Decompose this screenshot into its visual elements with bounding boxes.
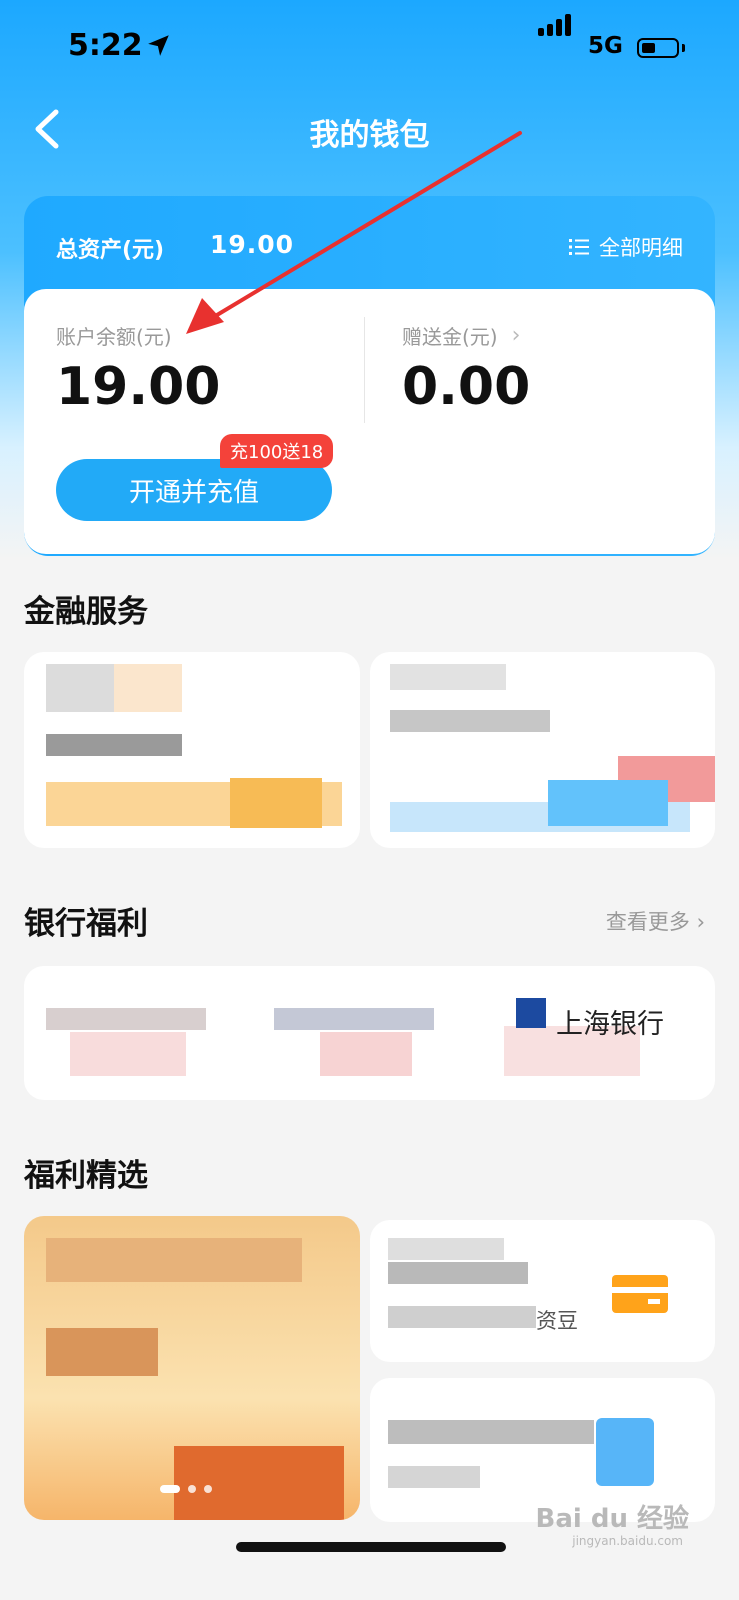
home-indicator[interactable]: [236, 1542, 506, 1552]
status-time: 5:22: [68, 28, 143, 63]
balance-label[interactable]: 账户余额(元): [56, 321, 172, 350]
card-icon: [612, 1275, 668, 1313]
welfare-card-1-text: 资豆: [536, 1309, 578, 1333]
divider: [364, 317, 365, 423]
page-title: 我的钱包: [309, 118, 430, 153]
welfare-selection-title: 福利精选: [24, 1158, 148, 1194]
watermark: Bai du 经验: [535, 1504, 690, 1534]
gift-value: 0.00: [402, 357, 531, 417]
finance-card-1[interactable]: [24, 652, 360, 848]
battery-cap: [682, 44, 685, 52]
balance-value: 19.00: [56, 357, 221, 417]
chevron-right-icon: ›: [511, 323, 521, 348]
gift-label: 赠送金(元): [402, 325, 498, 349]
welfare-banner[interactable]: [24, 1216, 360, 1520]
all-details-label: 全部明细: [599, 236, 683, 260]
bank-name: 上海银行: [556, 1009, 664, 1040]
location-icon: [148, 35, 169, 56]
carousel-dots: [160, 1485, 212, 1493]
balance-card: 账户余额(元) 19.00 赠送金(元) › 0.00 开通并充值 充100送1…: [24, 289, 715, 554]
bank-welfare-title: 银行福利: [24, 906, 148, 942]
all-details-link[interactable]: 全部明细: [569, 232, 683, 262]
network-label: 5G: [588, 33, 623, 59]
promo-badge: 充100送18: [220, 434, 334, 468]
finance-services-title: 金融服务: [24, 594, 148, 630]
total-assets-value: 19.00: [210, 230, 295, 259]
gift-balance-link[interactable]: 赠送金(元) ›: [402, 321, 520, 350]
list-icon: [569, 239, 589, 255]
battery-icon: [637, 38, 679, 58]
total-assets-label: 总资产(元): [56, 238, 165, 263]
bank-logo-icon: [516, 998, 546, 1028]
watermark-url: jingyan.baidu.com: [572, 1534, 683, 1548]
view-more-link[interactable]: 查看更多 ›: [606, 906, 705, 936]
open-and-recharge-button[interactable]: 开通并充值: [56, 459, 332, 521]
finance-card-2[interactable]: [370, 652, 715, 848]
status-bar: 5:22 5G: [0, 0, 739, 100]
